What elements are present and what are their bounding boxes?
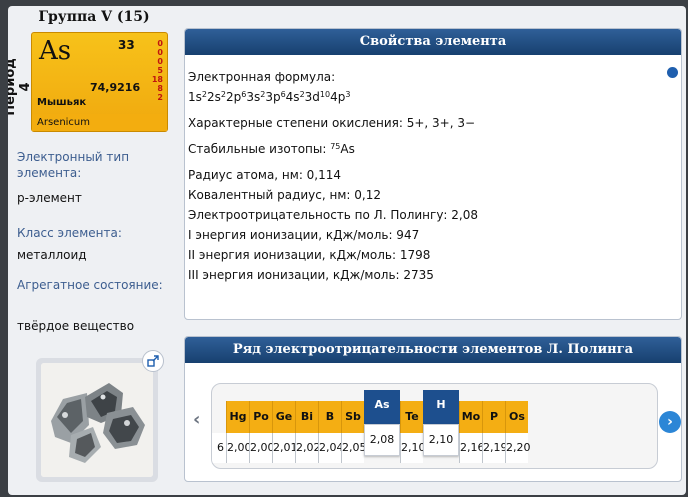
formula-orbital: 4s (285, 90, 300, 104)
en-cell-bi[interactable]: Bi 2,02 (295, 401, 321, 463)
ionization-energy-3: III энергия ионизации, кДж/моль: 2735 (188, 268, 434, 282)
en-cell-h[interactable]: H 2,10 (423, 390, 459, 456)
en-cell-symbol: Sb (341, 401, 364, 433)
electron-type-label: Электронный тип элемента: (17, 150, 130, 180)
en-cell-symbol: Hg (226, 401, 249, 433)
ionization-energy-2: II энергия ионизации, кДж/моль: 1798 (188, 248, 431, 262)
properties-scrollbar[interactable] (667, 67, 678, 78)
en-cell-p[interactable]: P 2,19 (482, 401, 508, 463)
en-cell-value: 2,10 (400, 433, 426, 463)
chevron-right-icon[interactable]: › (659, 411, 681, 433)
expand-photo-button[interactable] (142, 350, 164, 372)
en-cell-value: 2,04 (318, 433, 344, 463)
en-cell-value: 2,01 (272, 433, 298, 463)
properties-title: Свойства элемента (185, 29, 681, 55)
en-cell-as[interactable]: As 2,08 (364, 390, 400, 456)
properties-content: Электронная формула: 1s22s22p63s23p64s23… (188, 67, 668, 285)
en-cell-os[interactable]: Os 2,20 (505, 401, 531, 463)
en-cell-symbol: H (423, 390, 459, 424)
chevron-left-icon[interactable]: ‹ (193, 409, 200, 430)
electron-formula: 1s22s22p63s23p64s23d104p3 (188, 87, 668, 107)
electronegativity: Электроотрицательность по Л. Полингу: 2,… (188, 208, 478, 222)
en-cell-symbol: Po (249, 401, 272, 433)
isotope-symbol: As (340, 142, 355, 156)
formula-label: Электронная формула: (188, 70, 336, 84)
period-label: Период 4 (8, 58, 33, 116)
shell-count: 0 (157, 57, 163, 66)
en-cell-value: 2,00 (226, 433, 252, 463)
shell-count: 8 (157, 84, 163, 93)
en-cell-value: 2,05 (341, 433, 367, 463)
en-cell-mo[interactable]: Mo 2,16 (459, 401, 485, 463)
shell-count: 0 (157, 48, 163, 57)
en-cell-symbol: P (482, 401, 505, 433)
formula-orbital: 3p (265, 90, 281, 104)
en-cell-value: 2,08 (364, 424, 400, 456)
electron-type-value: р-элемент (17, 191, 82, 205)
shell-count: 18 (151, 75, 163, 84)
en-cell-ge[interactable]: Ge 2,01 (272, 401, 298, 463)
electronegativity-title: Ряд электроотрицательности элементов Л. … (185, 337, 681, 363)
element-name-ru: Мышьяк (37, 97, 87, 108)
state-value: твёрдое вещество (17, 319, 135, 333)
element-window: Группа V (15) Период 4 As 33 0 0 0 5 18 … (8, 6, 686, 495)
atomic-number: 33 (118, 38, 135, 52)
formula-orbital: 1s (188, 90, 202, 104)
electronegativity-panel: Ряд электроотрицательности элементов Л. … (184, 336, 682, 482)
isotopes-label: Стабильные изотопы: (188, 142, 331, 156)
en-cell-symbol: Mo (459, 401, 482, 433)
electronegativity-strip: 6 Hg 2,00 Po 2,00 Ge 2,01 Bi 2,02 B 2,04 Sb 2,05 As 2… (211, 383, 658, 469)
oxidation-states: Характерные степени окисления: 5+, 3+, 3… (188, 116, 476, 130)
en-cell-te[interactable]: Te 2,10 (400, 401, 426, 463)
formula-superscript: 3 (345, 90, 351, 99)
element-name-la: Arsenicum (32, 114, 167, 131)
class-value: металлоид (17, 248, 87, 262)
covalent-radius: Ковалентный радиус, нм: 0,12 (188, 188, 381, 202)
en-cell-symbol: Os (505, 401, 528, 433)
en-cell-value: 2,00 (249, 433, 275, 463)
en-cell-symbol: Te (400, 401, 423, 433)
en-cell-symbol: As (364, 390, 400, 424)
en-cell-symbol: Ge (272, 401, 295, 433)
electron-shells: 0 0 0 5 18 8 2 (152, 39, 163, 102)
atomic-radius: Радиус атома, нм: 0,114 (188, 168, 342, 182)
en-cell-symbol: Bi (295, 401, 318, 433)
properties-panel: Свойства элемента Электронная формула: 1… (184, 28, 682, 320)
element-summary: Группа V (15) Период 4 As 33 0 0 0 5 18 … (8, 6, 184, 495)
en-cell-value: 2,10 (423, 424, 459, 456)
shell-count: 0 (157, 39, 163, 48)
element-photo[interactable] (41, 363, 153, 477)
en-cell-value: 2,16 (459, 433, 485, 463)
formula-orbital: 2p (225, 90, 242, 104)
partial-value: 6 (212, 433, 226, 463)
shell-count: 5 (157, 66, 163, 75)
en-cell-value: 2,02 (295, 433, 321, 463)
stable-isotopes: Стабильные изотопы: 75As (188, 139, 668, 159)
isotope-mass: 75 (330, 142, 341, 151)
formula-orbital: 3s (246, 90, 261, 104)
shell-count: 2 (157, 93, 163, 102)
state-label: Агрегатное состояние: (17, 278, 163, 292)
element-symbol: As (39, 36, 72, 66)
atomic-mass: 74,9216 (90, 81, 141, 94)
en-cell-symbol: B (318, 401, 341, 433)
expand-icon (147, 352, 159, 371)
formula-orbital: 2s (206, 90, 221, 104)
en-cell-sb[interactable]: Sb 2,05 (341, 401, 367, 463)
en-cell-b[interactable]: B 2,04 (318, 401, 344, 463)
formula-superscript: 10 (319, 90, 331, 99)
element-photo-frame (36, 358, 158, 482)
class-label: Класс элемента: (17, 226, 122, 240)
en-cell-value: 2,19 (482, 433, 508, 463)
formula-orbital: 3d (304, 90, 320, 104)
ionization-energy-1: I энергия ионизации, кДж/моль: 947 (188, 228, 420, 242)
en-cell-hg[interactable]: Hg 2,00 (226, 401, 252, 463)
en-cell-po[interactable]: Po 2,00 (249, 401, 275, 463)
formula-orbital: 4p (330, 90, 346, 104)
group-title: Группа V (15) (38, 9, 150, 25)
en-cell-value: 2,20 (505, 433, 531, 463)
partial-cell: 6 (212, 401, 226, 463)
element-tile: As 33 0 0 0 5 18 8 2 74,9216 Мышьяк Arse… (31, 32, 168, 132)
